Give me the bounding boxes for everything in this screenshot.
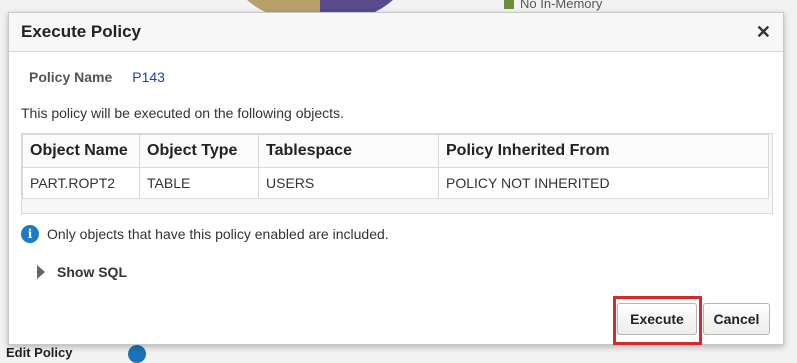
objects-table: Object Name Object Type Tablespace Polic… xyxy=(22,134,769,199)
show-sql-label[interactable]: Show SQL xyxy=(57,264,127,280)
dialog-title: Execute Policy xyxy=(21,22,142,41)
execute-button[interactable]: Execute xyxy=(617,303,697,335)
info-note-text: Only objects that have this policy enabl… xyxy=(47,226,389,242)
legend-label: No In-Memory xyxy=(520,0,603,11)
objects-table-container: Object Name Object Type Tablespace Polic… xyxy=(21,133,773,214)
policy-name-value: P143 xyxy=(132,69,165,85)
cell-object-name: PART.ROPT2 xyxy=(22,167,140,199)
execute-policy-dialog: Execute Policy ✕ Policy Name P143 This p… xyxy=(8,12,784,345)
edit-policy-label: Edit Policy xyxy=(6,345,73,360)
info-icon: i xyxy=(21,225,39,243)
column-header-object-name[interactable]: Object Name xyxy=(22,134,140,168)
info-note: i Only objects that have this policy ena… xyxy=(21,225,389,243)
triangle-right-icon[interactable] xyxy=(37,265,45,279)
dialog-header: Execute Policy ✕ xyxy=(9,13,783,52)
table-row[interactable]: PART.ROPT2 TABLE USERS POLICY NOT INHERI… xyxy=(22,167,769,199)
background-info-icon xyxy=(128,345,146,363)
policy-name-row: Policy Name P143 xyxy=(29,69,165,85)
cell-tablespace: USERS xyxy=(258,167,439,199)
cell-object-type: TABLE xyxy=(139,167,259,199)
close-icon[interactable]: ✕ xyxy=(756,22,771,43)
column-header-object-type[interactable]: Object Type xyxy=(139,134,259,168)
dialog-description: This policy will be executed on the foll… xyxy=(21,105,344,121)
legend-swatch xyxy=(504,0,514,9)
table-header-row: Object Name Object Type Tablespace Polic… xyxy=(22,134,769,168)
background-legend: No In-Memory xyxy=(504,0,602,11)
cancel-button[interactable]: Cancel xyxy=(703,303,770,335)
column-header-tablespace[interactable]: Tablespace xyxy=(258,134,439,168)
policy-name-label: Policy Name xyxy=(29,69,113,85)
background-edit-policy: Edit Policy xyxy=(6,345,72,360)
column-header-policy-inherited-from[interactable]: Policy Inherited From xyxy=(438,134,769,168)
show-sql-toggle[interactable]: Show SQL xyxy=(37,264,127,280)
cell-policy-inherited-from: POLICY NOT INHERITED xyxy=(438,167,769,199)
